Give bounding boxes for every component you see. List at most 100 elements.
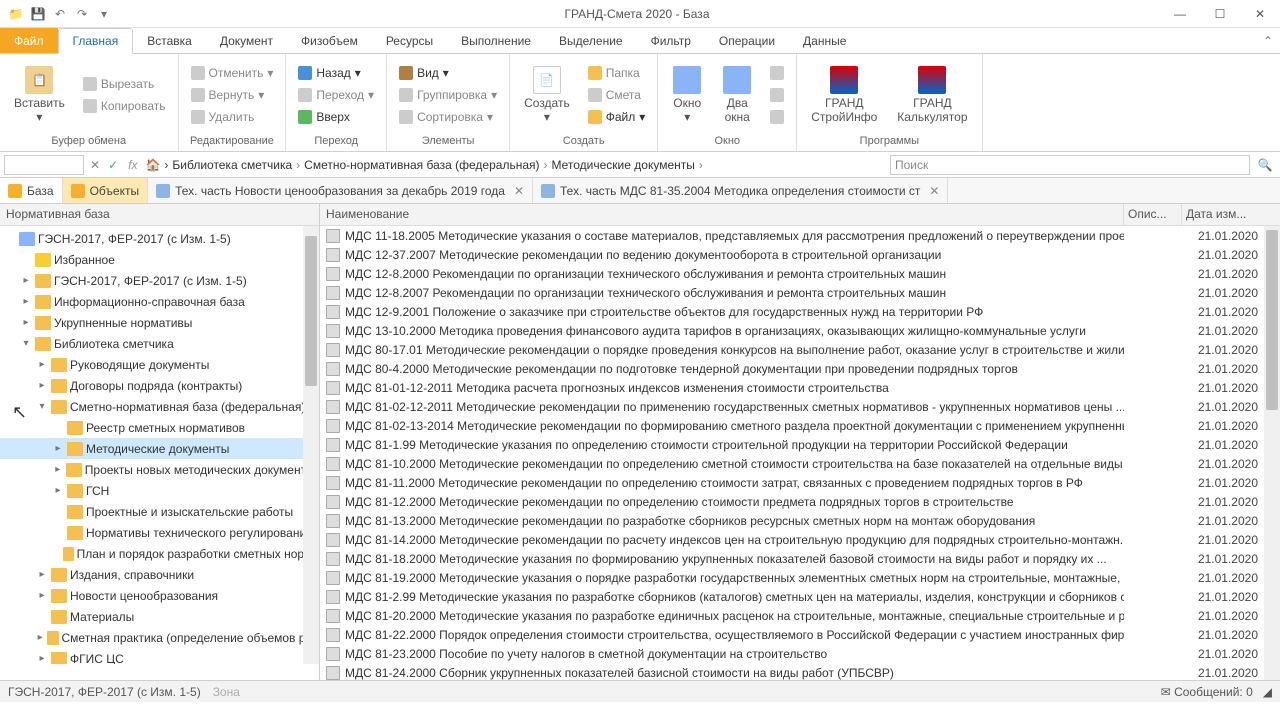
tab-filter[interactable]: Фильтр <box>637 28 705 53</box>
tree-item[interactable]: Избранное <box>0 249 319 270</box>
tree-item[interactable]: Материалы <box>0 606 319 627</box>
list-row[interactable]: МДС 12-9.2001 Положение о заказчике при … <box>320 302 1280 321</box>
doc-tab-1[interactable]: Тех. часть Новости ценообразования за де… <box>148 178 533 203</box>
list-row[interactable]: МДС 12-8.2000 Рекомендации по организаци… <box>320 264 1280 283</box>
win-opt3-icon[interactable] <box>764 106 790 128</box>
expand-icon[interactable]: ▸ <box>52 464 63 475</box>
tree-item[interactable]: ▸Информационно-справочная база <box>0 291 319 312</box>
search-icon[interactable]: 🔍 <box>1254 158 1276 172</box>
tab-execute[interactable]: Выполнение <box>447 28 545 53</box>
tree-item[interactable]: План и порядок разработки сметных норма <box>0 543 319 564</box>
close-button[interactable]: ✕ <box>1240 0 1280 28</box>
copy-button[interactable]: Копировать <box>77 95 172 117</box>
expand-icon[interactable]: ▸ <box>20 296 32 307</box>
list-row[interactable]: МДС 81-10.2000 Методические рекомендации… <box>320 454 1280 473</box>
forward-button[interactable]: Переход▾ <box>292 84 380 106</box>
list-row[interactable]: МДС 81-19.2000 Методические указания о п… <box>320 568 1280 587</box>
breadcrumb-2[interactable]: Сметно-нормативная база (федеральная) <box>304 158 539 172</box>
scrollbar-thumb[interactable] <box>1266 230 1278 410</box>
tab-ops[interactable]: Операции <box>705 28 789 53</box>
tree-item[interactable]: ▸ГСН <box>0 480 319 501</box>
create-button[interactable]: 📄Создать▾ <box>516 62 578 128</box>
expand-icon[interactable]: ▸ <box>20 317 32 328</box>
expand-icon[interactable]: ▸ <box>36 569 48 580</box>
status-messages[interactable]: ✉ Сообщений: 0 <box>1161 685 1253 699</box>
group-button[interactable]: Группировка▾ <box>393 84 503 106</box>
list-row[interactable]: МДС 81-01-12-2011 Методика расчета прогн… <box>320 378 1280 397</box>
save-icon[interactable]: 💾 <box>28 4 48 24</box>
expand-icon[interactable]: ▸ <box>52 443 64 454</box>
list-row[interactable]: МДС 81-1.99 Методические указания по опр… <box>320 435 1280 454</box>
column-desc[interactable]: Опис... <box>1124 204 1182 225</box>
tree-item[interactable]: ▸Проекты новых методических документов <box>0 459 319 480</box>
win-opt2-icon[interactable] <box>764 84 790 106</box>
delete-button[interactable]: Удалить <box>185 106 280 128</box>
view-tab-base[interactable]: База <box>0 178 63 203</box>
expand-icon[interactable]: ▾ <box>20 338 32 349</box>
list-row[interactable]: МДС 81-18.2000 Методические указания по … <box>320 549 1280 568</box>
folder-button[interactable]: Папка <box>582 62 652 84</box>
expand-icon[interactable]: ▾ <box>36 401 48 412</box>
tab-file[interactable]: Файл <box>0 28 58 53</box>
tree-item[interactable]: ▸Руководящие документы <box>0 354 319 375</box>
list-row[interactable]: МДС 81-14.2000 Методические рекомендации… <box>320 530 1280 549</box>
name-box[interactable] <box>4 155 84 175</box>
redo-icon[interactable]: ↷ <box>72 4 92 24</box>
tab-physvol[interactable]: Физобъем <box>287 28 372 53</box>
list-row[interactable]: МДС 81-23.2000 Пособие по учету налогов … <box>320 644 1280 663</box>
expand-icon[interactable]: ▸ <box>52 485 64 496</box>
tree-item[interactable]: ▸ФГИС ЦС <box>0 648 319 664</box>
expand-icon[interactable]: ▸ <box>20 275 32 286</box>
scrollbar-thumb[interactable] <box>305 236 317 386</box>
tree-item[interactable]: ▸Укрупненные нормативы <box>0 312 319 333</box>
list-row[interactable]: МДС 81-12.2000 Методические рекомендации… <box>320 492 1280 511</box>
qat-customize-icon[interactable]: ▾ <box>94 4 114 24</box>
back-button[interactable]: Назад▾ <box>292 62 380 84</box>
up-button[interactable]: Вверх <box>292 106 380 128</box>
cancel-formula-icon[interactable]: ✕ <box>88 158 102 172</box>
breadcrumb-1[interactable]: Библиотека сметчика <box>172 158 292 172</box>
undo-icon[interactable]: ↶ <box>50 4 70 24</box>
tab-select[interactable]: Выделение <box>545 28 637 53</box>
tree-item[interactable]: ▸Сметная практика (определение объемов р… <box>0 627 319 648</box>
status-corner-icon[interactable]: ◢ <box>1263 685 1272 699</box>
undo-button[interactable]: Отменить▾ <box>185 62 280 84</box>
list-row[interactable]: МДС 13-10.2000 Методика проведения финан… <box>320 321 1280 340</box>
list-row[interactable]: МДС 81-02-13-2014 Методические рекоменда… <box>320 416 1280 435</box>
tree-item[interactable]: Проектные и изыскательские работы <box>0 501 319 522</box>
grand-calc-button[interactable]: ГРАНД Калькулятор <box>889 62 975 128</box>
tree-item[interactable]: ▾Библиотека сметчика <box>0 333 319 354</box>
expand-icon[interactable]: ▸ <box>36 380 48 391</box>
tree-item[interactable]: Нормативы технического регулирования <box>0 522 319 543</box>
file-button[interactable]: Файл▾ <box>582 106 652 128</box>
tab-insert[interactable]: Вставка <box>133 28 206 53</box>
tree-item[interactable]: ▸Методические документы <box>0 438 319 459</box>
cut-button[interactable]: Вырезать <box>77 73 172 95</box>
sort-button[interactable]: Сортировка▾ <box>393 106 503 128</box>
breadcrumb-3[interactable]: Методические документы <box>552 158 695 172</box>
redo-button[interactable]: Вернуть▾ <box>185 84 280 106</box>
paste-button[interactable]: 📋Вставить▾ <box>6 62 73 128</box>
close-icon[interactable]: ✕ <box>510 184 524 198</box>
column-name[interactable]: Наименование <box>320 204 1124 225</box>
list-row[interactable]: МДС 81-20.2000 Методические указания по … <box>320 606 1280 625</box>
tree-item[interactable]: ▸ГЭСН-2017, ФЕР-2017 (с Изм. 1-5) <box>0 270 319 291</box>
home-icon[interactable]: 🏠 <box>145 158 160 172</box>
tree-vscrollbar[interactable] <box>303 226 319 664</box>
expand-icon[interactable]: ▸ <box>36 653 48 664</box>
tree-item[interactable]: ▸Новости ценообразования <box>0 585 319 606</box>
tab-resources[interactable]: Ресурсы <box>372 28 447 53</box>
minimize-button[interactable]: — <box>1160 0 1200 28</box>
list-row[interactable]: МДС 80-4.2000 Методические рекомендации … <box>320 359 1280 378</box>
view-button[interactable]: Вид▾ <box>393 62 503 84</box>
list-row[interactable]: МДС 81-13.2000 Методические рекомендации… <box>320 511 1280 530</box>
list-row[interactable]: МДС 11-18.2005 Методические указания о с… <box>320 226 1280 245</box>
tree-item[interactable]: Реестр сметных нормативов <box>0 417 319 438</box>
grand-stroyinfo-button[interactable]: ГРАНД СтройИнфо <box>803 62 885 128</box>
tree-item[interactable]: ГЭСН-2017, ФЕР-2017 (с Изм. 1-5) <box>0 228 319 249</box>
expand-icon[interactable]: ▸ <box>36 590 48 601</box>
folder-open-icon[interactable]: 📁 <box>6 4 26 24</box>
ribbon-collapse-icon[interactable]: ⌃ <box>1256 28 1280 53</box>
column-date[interactable]: Дата изм... <box>1182 204 1264 225</box>
close-icon[interactable]: ✕ <box>925 184 939 198</box>
